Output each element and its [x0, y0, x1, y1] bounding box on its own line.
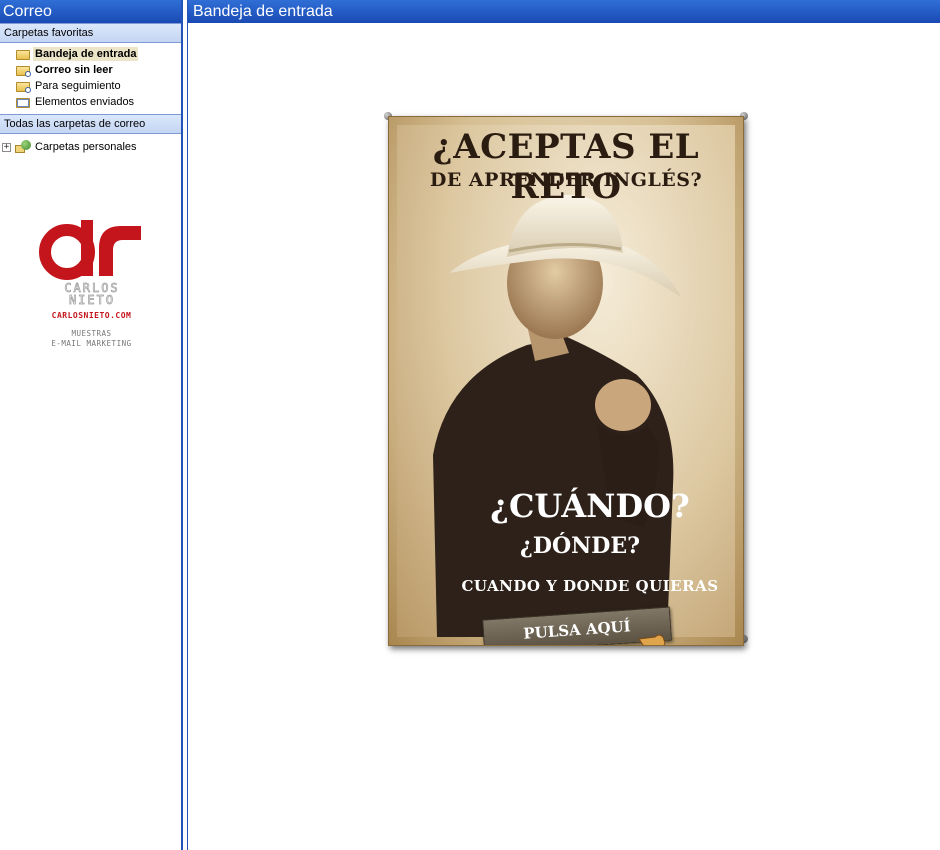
reading-pane-title: Bandeja de entrada — [188, 0, 940, 23]
poster-question-when: ¿CUÁNDO? — [490, 487, 690, 525]
svg-text:NIETO: NIETO — [68, 293, 114, 307]
pointing-hand-icon — [638, 634, 666, 645]
folder-item-unread[interactable]: Correo sin leer — [15, 62, 181, 78]
reading-pane: Bandeja de entrada ¿ACEPTAS EL RETO DE A… — [187, 0, 940, 850]
nav-pane-title: Correo — [0, 0, 181, 23]
folder-label: Bandeja de entrada — [33, 47, 139, 61]
all-folders-header[interactable]: Todas las carpetas de correo — [0, 114, 181, 134]
brand-tagline: MUESTRAS E-MAIL MARKETING — [0, 329, 183, 349]
search-folder-icon — [15, 80, 31, 93]
favorites-header[interactable]: Carpetas favoritas — [0, 23, 181, 43]
email-banner[interactable]: ¿ACEPTAS EL RETO DE APRENDER INGLÉS? ¿CU… — [384, 112, 748, 657]
folder-item-inbox[interactable]: Bandeja de entrada — [15, 46, 181, 62]
brand-logo-icon: CARLOS NIETO — [38, 220, 141, 307]
navigation-pane: Correo Carpetas favoritas Bandeja de ent… — [0, 0, 183, 850]
folder-item-sent[interactable]: Elementos enviados — [15, 94, 181, 110]
folder-label: Correo sin leer — [35, 64, 113, 76]
favorites-list: Bandeja de entrada Correo sin leer Para … — [0, 43, 181, 114]
poster: ¿ACEPTAS EL RETO DE APRENDER INGLÉS? ¿CU… — [388, 116, 744, 646]
poster-headline: ¿ACEPTAS EL RETO — [432, 127, 700, 207]
poster-background: ¿ACEPTAS EL RETO DE APRENDER INGLÉS? ¿CU… — [397, 125, 735, 645]
tree-item-label: Carpetas personales — [35, 141, 137, 153]
folder-label: Para seguimiento — [35, 80, 121, 92]
tree-item-personal-folders[interactable]: + Carpetas personales — [0, 138, 181, 156]
brand-tagline-line-1: MUESTRAS — [71, 329, 112, 338]
poster-tagline: CUANDO Y DONDE QUIERAS — [461, 577, 719, 595]
brand-url[interactable]: CARLOSNIETO.COM — [0, 311, 183, 320]
folder-item-follow-up[interactable]: Para seguimiento — [15, 78, 181, 94]
search-folder-icon — [15, 64, 31, 77]
poster-subheadline: DE APRENDER INGLÉS? — [429, 169, 703, 191]
sent-folder-icon — [15, 96, 31, 109]
expand-icon[interactable]: + — [2, 142, 11, 152]
brand-block: CARLOS NIETO CARLOSNIETO.COM MUESTRAS E-… — [0, 218, 183, 349]
personal-folders-icon — [15, 140, 31, 154]
poster-question-where: ¿DÓNDE? — [520, 533, 640, 559]
brand-tagline-line-2: E-MAIL MARKETING — [51, 339, 132, 348]
folder-label: Elementos enviados — [35, 96, 135, 108]
inbox-folder-icon — [15, 48, 31, 61]
